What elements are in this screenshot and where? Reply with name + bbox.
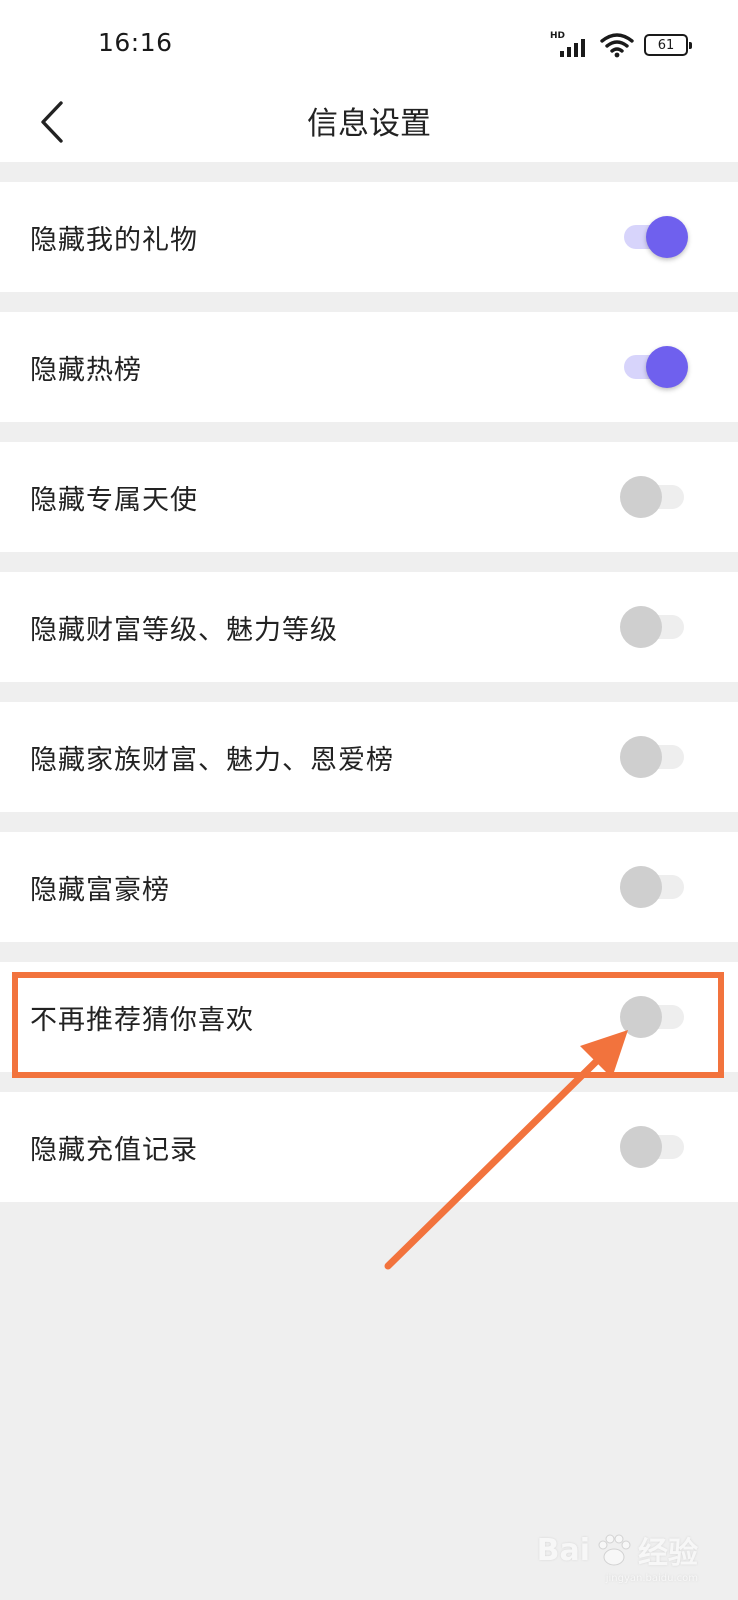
paw-icon <box>598 1534 631 1566</box>
watermark-url: jingyan.baidu.com <box>605 1573 698 1584</box>
wifi-icon <box>600 33 634 58</box>
toggle-no-recommend[interactable] <box>620 995 690 1039</box>
toggle-hide-rich-list[interactable] <box>620 865 690 909</box>
status-icons: HD 61 <box>550 30 692 60</box>
toggle-hide-recharge-records[interactable] <box>620 1125 690 1169</box>
status-time: 16:16 <box>98 28 173 57</box>
toggle-hide-exclusive-angel[interactable] <box>620 475 690 519</box>
setting-label: 隐藏富豪榜 <box>30 874 170 906</box>
toggle-hide-wealth-charm-level[interactable] <box>620 605 690 649</box>
watermark-brand: Bai <box>536 1532 590 1568</box>
battery-icon: 61 <box>644 34 692 56</box>
toggle-knob <box>620 736 662 778</box>
header-bar: 信息设置 <box>0 86 738 162</box>
setting-row-hide-exclusive-angel: 隐藏专属天使 <box>0 442 738 552</box>
setting-row-hide-hot-list: 隐藏热榜 <box>0 312 738 422</box>
signal-icon: HD <box>550 31 590 59</box>
setting-label: 隐藏热榜 <box>30 354 142 386</box>
setting-label: 隐藏财富等级、魅力等级 <box>30 614 338 646</box>
setting-label: 隐藏我的礼物 <box>30 224 198 256</box>
screen: 16:16 HD 61 信息设置 隐藏我的礼物 隐藏热榜 隐藏专属天使 隐藏财富… <box>0 0 738 1600</box>
toggle-knob <box>620 476 662 518</box>
watermark: Bai 经验 jingyan.baidu.com <box>536 1528 698 1585</box>
chevron-left-icon <box>41 101 63 143</box>
toggle-hide-gifts[interactable] <box>620 215 690 259</box>
toggle-knob <box>620 996 662 1038</box>
watermark-brand-cn: 经验 <box>638 1536 698 1571</box>
setting-row-hide-rich-list: 隐藏富豪榜 <box>0 832 738 942</box>
toggle-knob <box>646 346 688 388</box>
setting-label: 隐藏家族财富、魅力、恩爱榜 <box>30 744 394 776</box>
toggle-knob <box>620 866 662 908</box>
setting-row-hide-gifts: 隐藏我的礼物 <box>0 182 738 292</box>
back-button[interactable] <box>26 92 78 152</box>
page-title: 信息设置 <box>307 106 431 142</box>
toggle-hide-hot-list[interactable] <box>620 345 690 389</box>
toggle-knob <box>620 606 662 648</box>
status-bar: 16:16 HD 61 <box>0 0 738 86</box>
toggle-knob <box>620 1126 662 1168</box>
setting-row-hide-recharge-records: 隐藏充值记录 <box>0 1092 738 1202</box>
setting-label: 不再推荐猜你喜欢 <box>30 1004 254 1036</box>
settings-list: 隐藏我的礼物 隐藏热榜 隐藏专属天使 隐藏财富等级、魅力等级 隐藏家族财富、魅力… <box>0 162 738 1202</box>
setting-row-hide-wealth-charm-level: 隐藏财富等级、魅力等级 <box>0 572 738 682</box>
battery-level: 61 <box>657 37 675 53</box>
setting-label: 隐藏专属天使 <box>30 484 198 516</box>
toggle-hide-family-lists[interactable] <box>620 735 690 779</box>
setting-row-no-recommend: 不再推荐猜你喜欢 <box>0 962 738 1072</box>
setting-row-hide-family-lists: 隐藏家族财富、魅力、恩爱榜 <box>0 702 738 812</box>
toggle-knob <box>646 216 688 258</box>
setting-label: 隐藏充值记录 <box>30 1134 198 1166</box>
